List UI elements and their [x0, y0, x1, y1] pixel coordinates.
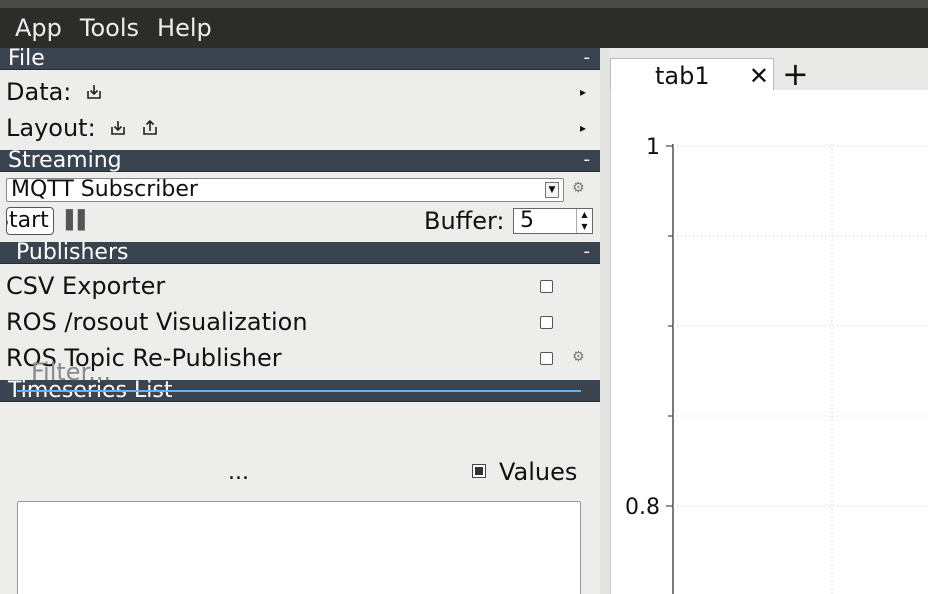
start-button-label: Start: [7, 208, 49, 233]
app-window: App Tools Help File - Data: ▸ Layout: ▸: [0, 0, 928, 594]
publisher-row: CSV Exporter: [0, 268, 600, 304]
plot-canvas[interactable]: 1 0.8: [610, 90, 928, 594]
streaming-collapse-button[interactable]: -: [584, 149, 591, 171]
streaming-source-select[interactable]: MQTT Subscriber ▼: [6, 178, 564, 202]
window-top-edge: [0, 0, 928, 8]
layout-import-icon[interactable]: [109, 111, 127, 147]
file-section-title: File: [8, 46, 45, 71]
publisher-rosout-checkbox[interactable]: [540, 316, 553, 329]
pause-icon[interactable]: ▌▌: [66, 210, 92, 231]
buffer-value: 5: [520, 208, 534, 233]
streaming-source-value: MQTT Subscriber: [11, 178, 198, 202]
menu-tools[interactable]: Tools: [71, 8, 148, 48]
publisher-row: ROS /rosout Visualization: [0, 304, 600, 340]
publishers-section-header[interactable]: Publishers -: [0, 240, 600, 265]
chevron-down-icon[interactable]: ▼: [545, 182, 559, 198]
ellipsis-label: ...: [228, 460, 249, 485]
menubar: App Tools Help: [0, 8, 928, 48]
publisher-csv-checkbox[interactable]: [540, 280, 553, 293]
layout-row[interactable]: Layout: ▸: [0, 110, 600, 146]
values-checkbox[interactable]: [472, 464, 486, 478]
values-label: Values: [499, 458, 578, 486]
close-icon[interactable]: ✕: [749, 61, 769, 91]
menu-help[interactable]: Help: [148, 8, 221, 48]
file-collapse-button[interactable]: -: [584, 47, 591, 69]
file-section-header[interactable]: File -: [0, 46, 600, 71]
layout-export-icon[interactable]: [141, 111, 159, 147]
menu-app[interactable]: App: [6, 8, 71, 48]
publishers-section-title: Publishers: [16, 240, 129, 265]
publishers-collapse-button[interactable]: -: [584, 241, 591, 263]
add-tab-icon[interactable]: +: [782, 56, 809, 92]
y-tick-label: 1: [646, 135, 660, 160]
spin-arrows-icon[interactable]: ▲ ▼: [576, 209, 592, 233]
tab-label: tab1: [655, 62, 710, 90]
streaming-section-header[interactable]: Streaming -: [0, 148, 600, 173]
streaming-section-title: Streaming: [8, 148, 122, 173]
buffer-label: Buffer:: [424, 207, 505, 235]
streaming-settings-gear-icon[interactable]: ⚙: [572, 180, 585, 196]
data-label: Data:: [6, 78, 72, 106]
layout-submenu-arrow-icon[interactable]: ▸: [580, 110, 586, 146]
tab-tab1[interactable]: tab1 ✕: [610, 58, 774, 92]
timeseries-list[interactable]: [17, 501, 581, 594]
timeseries-filter-input[interactable]: [17, 354, 581, 392]
data-row[interactable]: Data: ▸: [0, 74, 600, 110]
y-tick-label: 0.8: [625, 495, 660, 520]
data-submenu-arrow-icon[interactable]: ▸: [580, 74, 586, 110]
panel-splitter[interactable]: [600, 48, 610, 594]
import-icon[interactable]: [85, 75, 103, 111]
layout-label: Layout:: [6, 114, 96, 142]
publisher-label: ROS /rosout Visualization: [6, 308, 308, 336]
publisher-label: CSV Exporter: [6, 272, 166, 300]
start-streaming-button[interactable]: Start: [6, 207, 54, 235]
buffer-spinbox[interactable]: 5 ▲ ▼: [513, 208, 593, 234]
